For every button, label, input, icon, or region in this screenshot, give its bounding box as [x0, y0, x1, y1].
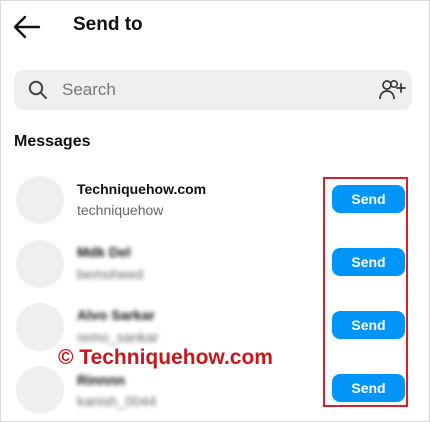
avatar: [16, 240, 64, 288]
contact-handle: techniquehow: [77, 202, 164, 218]
avatar: [16, 176, 64, 224]
avatar: [16, 366, 64, 414]
page-title: Send to: [73, 14, 143, 35]
header: Send to: [0, 0, 430, 52]
messages-section-title: Messages: [14, 133, 91, 150]
contact-name: Techniquehow.com: [77, 181, 207, 197]
contact-name: Rinnnn: [77, 372, 126, 388]
watermark: © Techniquehow.com: [58, 346, 273, 369]
contact-handle: remo_sankar: [77, 329, 159, 345]
send-buttons-highlight-box: [323, 177, 408, 407]
avatar: [16, 303, 64, 351]
contact-name: Alvo Sarkar: [77, 307, 155, 323]
arrow-left-icon[interactable]: [12, 14, 42, 40]
add-people-icon[interactable]: [378, 78, 406, 102]
contact-handle: bemoheed: [77, 266, 144, 282]
contact-handle: kanish_0044: [77, 393, 157, 409]
search-input[interactable]: [62, 78, 352, 102]
search-icon: [28, 80, 47, 99]
contact-name: Mdk Del: [77, 244, 131, 260]
